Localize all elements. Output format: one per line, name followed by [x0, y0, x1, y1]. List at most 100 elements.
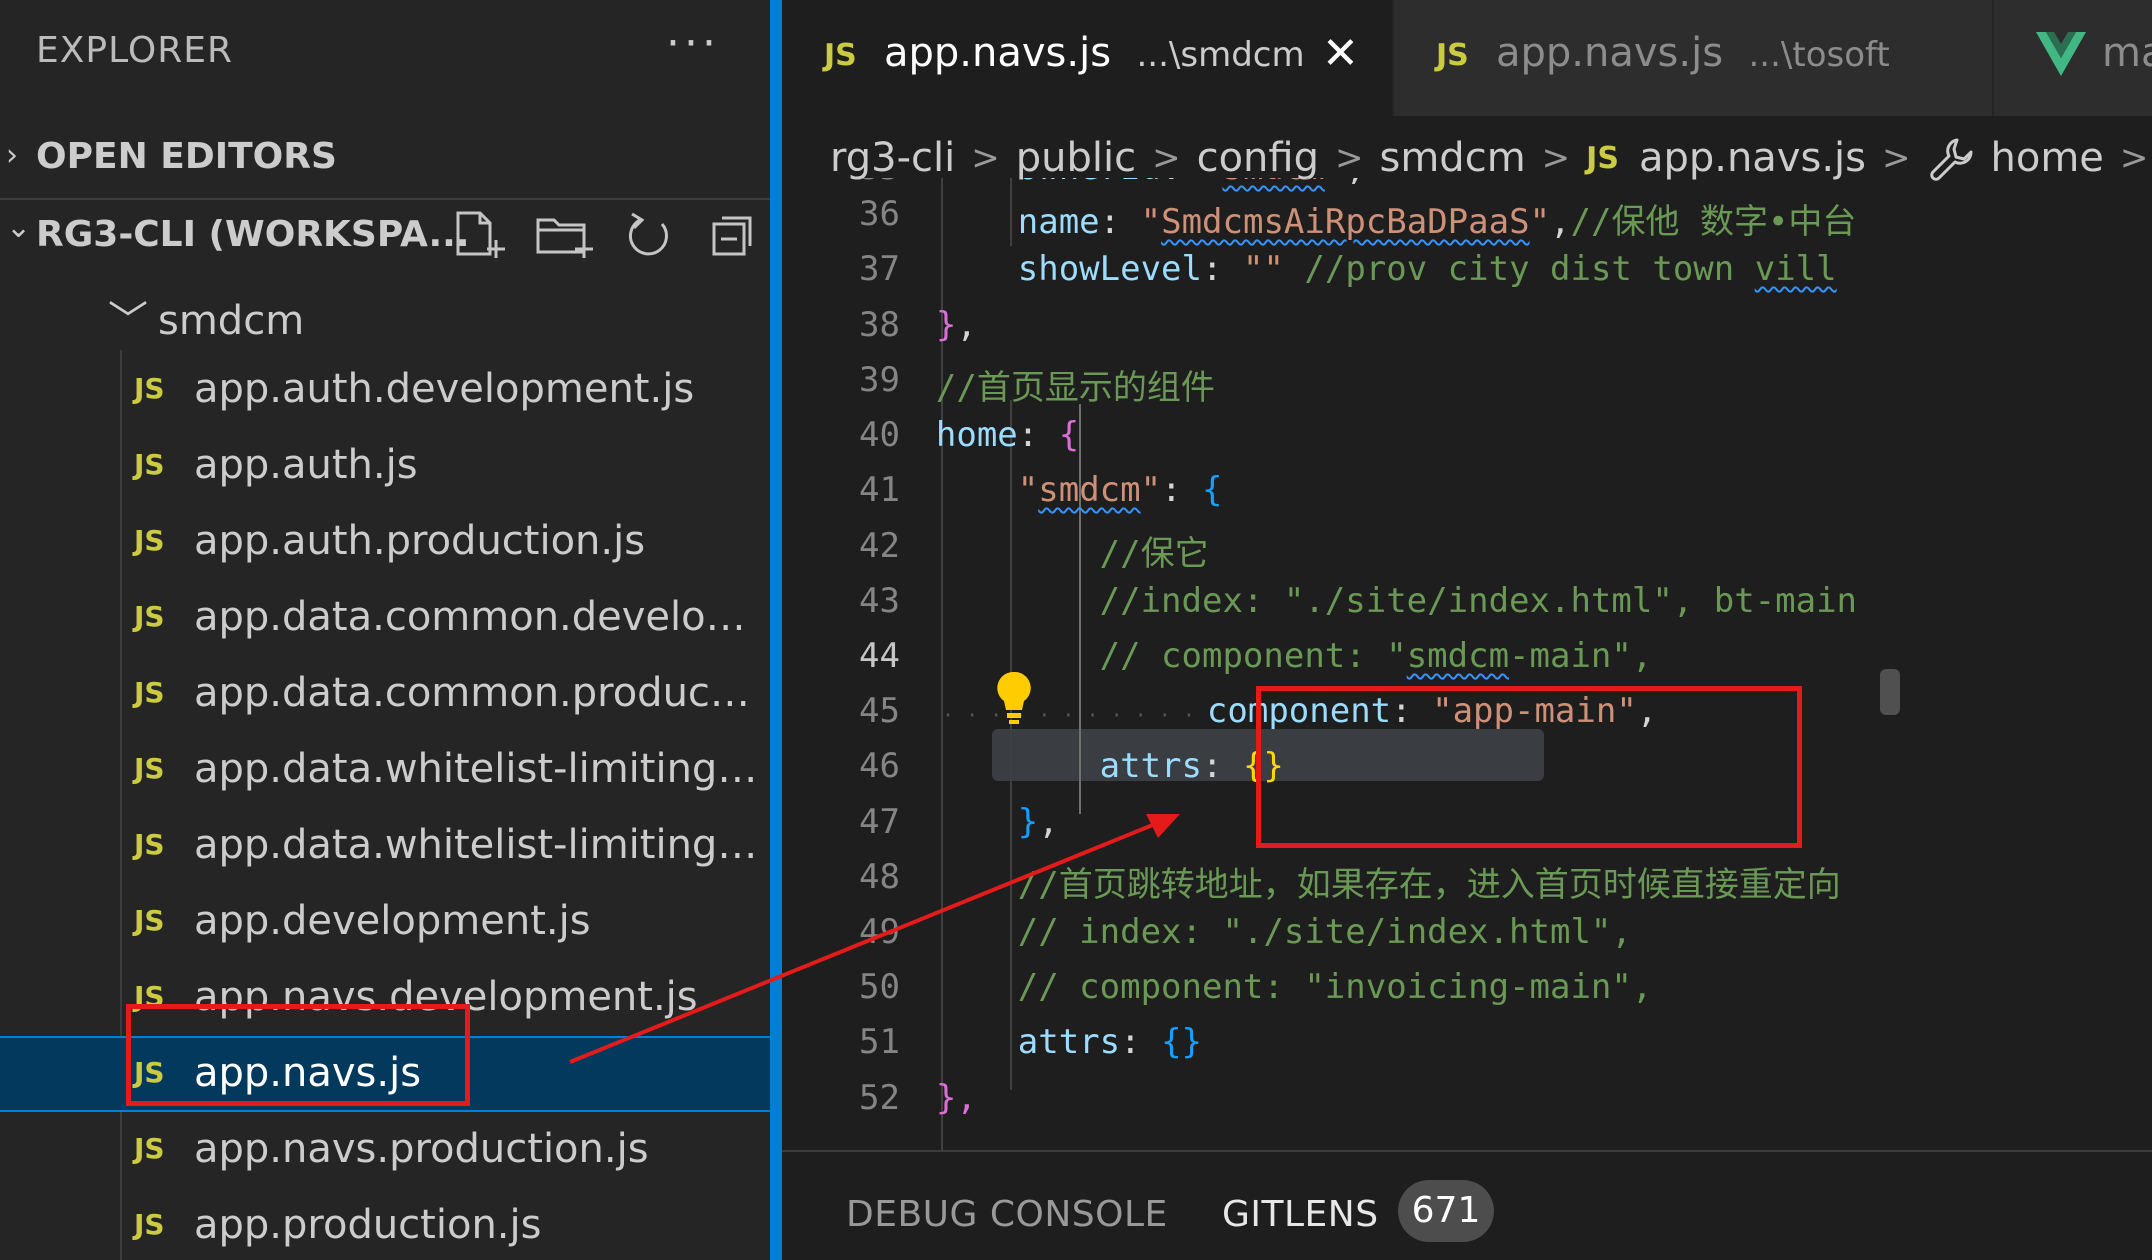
- code-line[interactable]: },: [854, 305, 977, 345]
- vue-file-icon: [2036, 32, 2086, 76]
- code-token: ": [1529, 202, 1551, 242]
- wrench-icon: [1929, 138, 1973, 181]
- tab-label: app.navs.js: [1496, 30, 1724, 76]
- file-name: app.data.whitelist-limiting....: [194, 822, 764, 868]
- file-item[interactable]: JS app.auth.js: [0, 430, 770, 506]
- workspace-section[interactable]: ⌄ RG3-CLI (WORKSPA...: [0, 198, 770, 266]
- tab-app-navs-smdcm[interactable]: JS app.navs.js ...\smdcm ✕: [782, 0, 1392, 116]
- code-line[interactable]: // component: "invoicing-main",: [854, 967, 1653, 1007]
- file-name: app.navs.production.js: [194, 1126, 649, 1172]
- code-line[interactable]: showLevel: "" //prov city dist town vill: [854, 249, 1837, 289]
- breadcrumb-item[interactable]: public: [1016, 135, 1136, 181]
- folder-smdcm[interactable]: ﹀ smdcm: [108, 288, 304, 346]
- file-item[interactable]: JS app.auth.development.js: [0, 354, 770, 430]
- file-item[interactable]: JS app.data.common.develop...: [0, 582, 770, 658]
- code-token: -main",: [1509, 636, 1653, 676]
- breadcrumb-item[interactable]: config: [1197, 135, 1319, 181]
- code-token: ": [1140, 470, 1162, 510]
- code-token: attrs: [1017, 1022, 1121, 1062]
- js-file-icon: JS: [134, 904, 165, 937]
- code-token: //保他 数字•中台: [1570, 202, 1857, 242]
- file-item[interactable]: JS app.data.whitelist-limiting....: [0, 734, 770, 810]
- chevron-right-icon: >: [1335, 138, 1364, 178]
- code-line[interactable]: attrs: {}: [854, 746, 1284, 786]
- sidebar-sash[interactable]: [770, 0, 782, 1260]
- code-token: smdcm: [1223, 178, 1325, 188]
- annotation-box-file: [126, 1004, 470, 1106]
- tab-debug-console[interactable]: DEBUG CONSOLE: [846, 1194, 1168, 1235]
- file-name: app.data.common.producti...: [194, 670, 764, 716]
- code-line[interactable]: ownerId: "smdcm",: [854, 178, 1366, 188]
- tab-vue-file[interactable]: ma: [1994, 0, 2152, 116]
- more-actions-icon[interactable]: ···: [666, 18, 720, 69]
- chevron-right-icon: >: [1152, 138, 1181, 178]
- code-line[interactable]: },: [854, 1078, 977, 1118]
- code-token: }: [935, 305, 957, 345]
- code-editor[interactable]: 35 36 37 38 39 40 41 42 43 44 45 46 47 4…: [782, 178, 2152, 1150]
- close-icon[interactable]: ✕: [1322, 28, 1359, 79]
- js-file-icon: JS: [1436, 38, 1469, 73]
- open-editors-section[interactable]: › OPEN EDITORS: [0, 122, 770, 190]
- js-file-icon: JS: [134, 1132, 165, 1165]
- code-token: },: [935, 1078, 977, 1118]
- code-line[interactable]: attrs: {}: [854, 1022, 1202, 1062]
- code-line[interactable]: //保它: [854, 526, 1209, 575]
- tab-description: ...\smdcm: [1136, 35, 1305, 75]
- file-item[interactable]: JS app.data.common.producti...: [0, 658, 770, 734]
- code-token: //prov city dist town: [1283, 249, 1755, 289]
- code-line[interactable]: },: [854, 802, 1059, 842]
- breadcrumb-item[interactable]: home: [1991, 135, 2104, 181]
- tab-app-navs-tosoft[interactable]: JS app.navs.js ...\tosoft: [1394, 0, 1992, 116]
- new-file-icon[interactable]: [450, 210, 512, 260]
- new-folder-icon[interactable]: [534, 210, 596, 260]
- breadcrumb-item[interactable]: smdcm: [1380, 135, 1526, 181]
- code-line[interactable]: home: {: [854, 415, 1079, 455]
- code-token: {}: [1161, 1022, 1203, 1062]
- code-token: {: [1202, 470, 1223, 510]
- workspace-toolbar: [450, 210, 764, 260]
- tab-gitlens[interactable]: GITLENS: [1222, 1194, 1379, 1235]
- breadcrumb-item[interactable]: rg3-cli: [830, 135, 955, 181]
- chevron-down-icon: ⌄: [6, 210, 32, 245]
- file-name: app.development.js: [194, 898, 591, 944]
- file-item[interactable]: JS app.development.js: [0, 886, 770, 962]
- file-item[interactable]: JS app.navs.production.js: [0, 1114, 770, 1190]
- js-file-icon: JS: [134, 752, 165, 785]
- workspace-label: RG3-CLI (WORKSPA...: [36, 214, 470, 255]
- code-line[interactable]: name: "SmdcmsAiRpcBaDPaaS",//保他 数字•中台: [854, 194, 1857, 243]
- explorer-title: EXPLORER: [36, 30, 233, 71]
- lightbulb-icon[interactable]: [994, 670, 1034, 726]
- code-line[interactable]: // component: "smdcm-main",: [854, 636, 1653, 676]
- code-line[interactable]: //首页跳转地址，如果存在，进入首页时候直接重定向: [854, 857, 1841, 906]
- chevron-right-icon: >: [2119, 138, 2149, 178]
- gitlens-count-badge: 671: [1398, 1180, 1494, 1242]
- refresh-icon[interactable]: [618, 210, 680, 260]
- code-line[interactable]: //index: "./site/index.html", bt-main: [854, 581, 1857, 621]
- code-token: // component: "invoicing-main",: [1017, 967, 1653, 1007]
- editor-area: JS app.navs.js ...\smdcm ✕ JS app.navs.j…: [782, 0, 2152, 1260]
- file-item[interactable]: JS app.auth.production.js: [0, 506, 770, 582]
- annotation-box-code: [1256, 686, 1802, 848]
- code-line[interactable]: // index: "./site/index.html",: [854, 912, 1632, 952]
- code-token: ": [1202, 178, 1222, 188]
- breadcrumb-item[interactable]: app.navs.js: [1639, 135, 1866, 181]
- code-line[interactable]: "smdcm": {: [854, 470, 1223, 510]
- code-line[interactable]: //首页显示的组件: [854, 360, 1215, 409]
- file-item[interactable]: JS app.data.whitelist-limiting....: [0, 810, 770, 886]
- file-item[interactable]: JS app.production.js: [0, 1190, 770, 1260]
- file-name: app.production.js: [194, 1202, 542, 1248]
- js-file-icon: JS: [134, 600, 165, 633]
- code-token: ownerId: [1018, 178, 1161, 188]
- collapse-all-icon[interactable]: [702, 210, 764, 260]
- code-token: :: [1161, 470, 1203, 510]
